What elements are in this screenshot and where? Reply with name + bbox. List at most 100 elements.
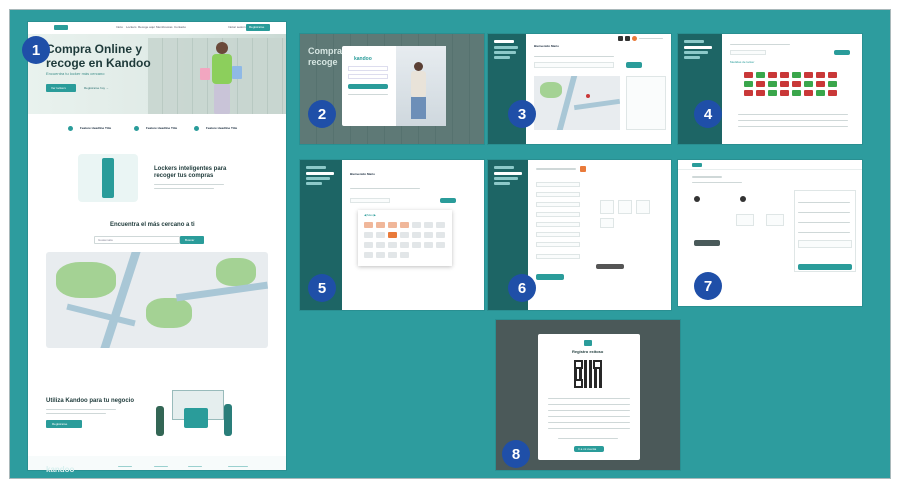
sidebar-item-paquetes[interactable] [494, 51, 516, 54]
locker-cell[interactable] [792, 81, 801, 87]
locker-cell[interactable] [816, 72, 825, 78]
size-option[interactable] [600, 218, 614, 228]
form-field[interactable] [536, 254, 580, 259]
locker-cell[interactable] [756, 90, 765, 96]
locker-cell[interactable] [744, 72, 753, 78]
locker-cell[interactable] [804, 90, 813, 96]
date-button[interactable] [440, 198, 456, 203]
calendar-day[interactable] [388, 252, 397, 258]
map-pin-icon[interactable] [586, 94, 590, 98]
calendar-day[interactable] [436, 232, 445, 238]
back-button[interactable] [694, 240, 720, 246]
bell-icon[interactable] [618, 36, 623, 41]
form-field[interactable] [536, 222, 580, 227]
locker-cell[interactable] [768, 81, 777, 87]
user-icon[interactable] [625, 36, 630, 41]
sidebar-item-inicio[interactable] [494, 166, 514, 169]
form-field[interactable] [536, 212, 580, 217]
sidebar-item-inicio[interactable] [494, 40, 514, 43]
nav-item-recoge[interactable]: Recoge aquí [138, 25, 155, 29]
locker-cell[interactable] [780, 90, 789, 96]
calendar-day-selected[interactable] [388, 232, 397, 238]
sidebar-item-inicio[interactable] [306, 166, 326, 169]
locker-cell[interactable] [756, 72, 765, 78]
locker-cell[interactable] [768, 90, 777, 96]
sidebar-item-ajustes[interactable] [684, 56, 700, 59]
calendar-day[interactable] [424, 222, 433, 228]
calendar-day[interactable] [376, 222, 385, 228]
sidebar-item-inicio[interactable] [684, 40, 704, 43]
sidebar-item-ajustes[interactable] [306, 182, 322, 185]
confirm-button[interactable]: Ir a mi cuenta [574, 446, 604, 452]
locker-cell[interactable] [804, 81, 813, 87]
locker-cell[interactable] [804, 72, 813, 78]
submit-button[interactable] [536, 274, 564, 280]
business-button[interactable]: Registrarse [46, 420, 82, 428]
calendar-day[interactable] [364, 232, 373, 238]
calendar-day[interactable] [424, 232, 433, 238]
locker-cell[interactable] [780, 81, 789, 87]
nav-register-button[interactable]: Registrarse [246, 24, 270, 31]
calendar-day[interactable] [388, 222, 397, 228]
sidebar-item-paquetes[interactable] [684, 51, 708, 54]
locker-cell[interactable] [828, 81, 837, 87]
calendar-day[interactable] [364, 222, 373, 228]
form-field[interactable] [536, 232, 580, 237]
locker-cell[interactable] [756, 81, 765, 87]
form-field[interactable] [536, 192, 580, 197]
calendar-day[interactable] [364, 252, 373, 258]
locker-cell[interactable] [816, 90, 825, 96]
size-option[interactable] [600, 200, 614, 214]
locker-cell[interactable] [816, 81, 825, 87]
password-field[interactable] [348, 74, 388, 79]
size-option[interactable] [618, 200, 632, 214]
form-field[interactable] [536, 182, 580, 187]
hero-button[interactable]: Ver lockers [46, 84, 76, 92]
calendar-day[interactable] [436, 222, 445, 228]
search-button[interactable] [626, 62, 642, 68]
nav-item-lockers[interactable]: Lockers [126, 25, 137, 29]
nav-login-link[interactable]: Iniciar sesión [228, 25, 246, 29]
locker-cell[interactable] [744, 81, 753, 87]
email-field[interactable] [348, 66, 388, 71]
calendar-day[interactable] [412, 242, 421, 248]
sidebar-item-lockers[interactable] [494, 172, 522, 175]
login-button[interactable] [348, 84, 388, 89]
filter-button[interactable] [834, 50, 850, 55]
size-option[interactable] [636, 200, 650, 214]
sidebar-item-lockers[interactable] [494, 46, 518, 49]
sidebar-item-lockers[interactable] [306, 172, 334, 175]
avatar[interactable] [632, 36, 637, 41]
search-button[interactable]: Buscar [180, 236, 204, 244]
date-field[interactable] [350, 198, 390, 203]
locker-cell[interactable] [828, 72, 837, 78]
panel-login[interactable]: Compra recoge kandoo [300, 34, 484, 144]
nav-item-membresias[interactable]: Membresías [156, 25, 173, 29]
calendar-day[interactable] [436, 242, 445, 248]
calendar-day[interactable] [400, 232, 409, 238]
search-input[interactable]: Guatemala [94, 236, 180, 244]
nav-item-contacto[interactable]: Contacto [174, 25, 186, 29]
sidebar-item-ajustes[interactable] [494, 182, 510, 185]
calendar-day[interactable] [388, 242, 397, 248]
locker-cell[interactable] [792, 90, 801, 96]
form-field[interactable] [536, 202, 580, 207]
calendar-day[interactable] [376, 242, 385, 248]
landing-map[interactable] [46, 252, 268, 348]
calendar-day[interactable] [376, 232, 385, 238]
calendar-day[interactable] [412, 232, 421, 238]
panel-dashboard-map[interactable]: Bienvenido Mario [488, 34, 671, 144]
pay-button[interactable] [798, 264, 852, 270]
nav-item-inicio[interactable]: Inicio [116, 25, 123, 29]
calendar-day[interactable] [364, 242, 373, 248]
calendar-day[interactable] [424, 242, 433, 248]
sidebar-item-paquetes[interactable] [306, 177, 330, 180]
sidebar-item-ajustes[interactable] [494, 56, 510, 59]
panel-landing[interactable]: Inicio Lockers Recoge aquí Membresías Co… [28, 22, 286, 470]
hero-link[interactable]: Registrarse hoy → [84, 86, 109, 90]
calendar-day[interactable] [400, 242, 409, 248]
locker-cell[interactable] [828, 90, 837, 96]
locker-cell[interactable] [768, 72, 777, 78]
locker-cell[interactable] [744, 90, 753, 96]
sidebar-item-paquetes[interactable] [494, 177, 518, 180]
